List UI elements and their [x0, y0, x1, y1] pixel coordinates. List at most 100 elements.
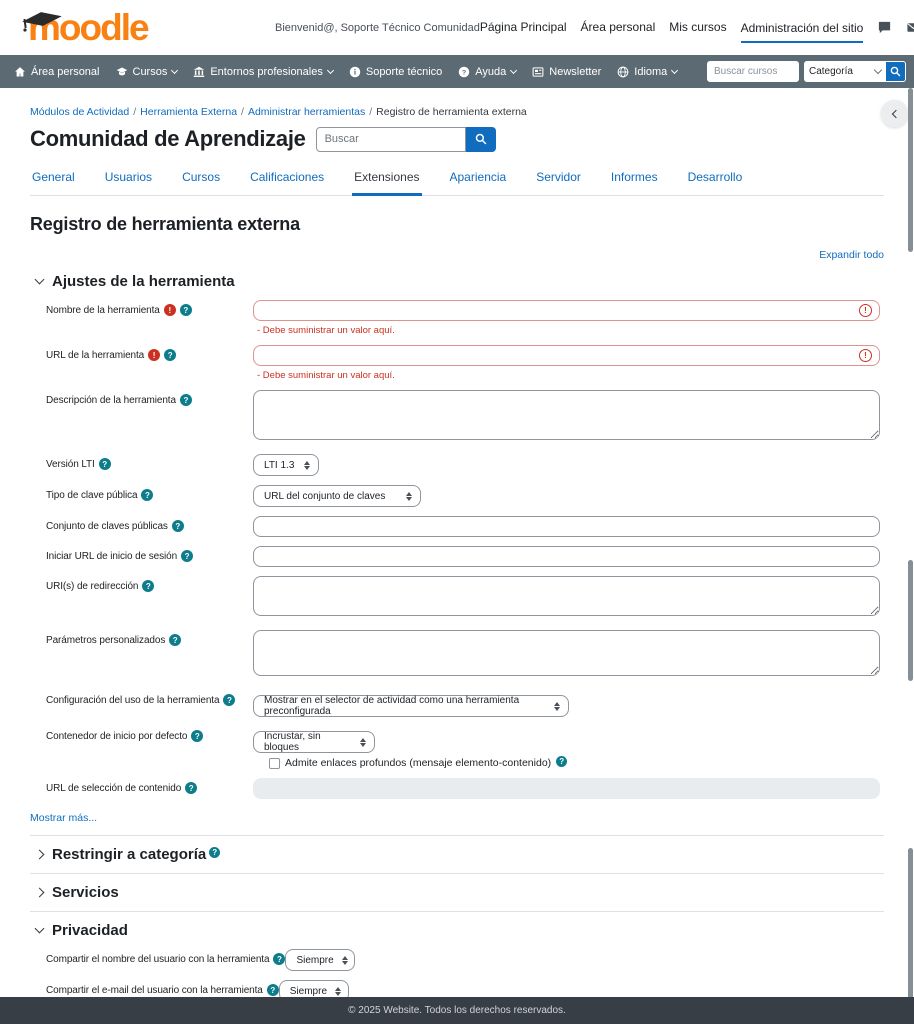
tab-extensiones[interactable]: Extensiones: [352, 164, 421, 196]
field-label: Descripción de la herramienta: [46, 395, 176, 406]
help-icon[interactable]: [141, 489, 153, 501]
admin-search-button[interactable]: [466, 127, 496, 152]
checkbox-label: Admite enlaces profundos (mensaje elemen…: [285, 757, 551, 769]
tab-apariencia[interactable]: Apariencia: [448, 164, 509, 195]
tab-desarrollo[interactable]: Desarrollo: [686, 164, 745, 195]
tab-general[interactable]: General: [30, 164, 77, 195]
section-restringir-categoria[interactable]: Restringir a categoría: [36, 846, 884, 863]
tool-usage-select[interactable]: Mostrar en el selector de actividad como…: [253, 695, 569, 717]
tool-url-input[interactable]: [253, 345, 880, 366]
nav-pagina-principal[interactable]: Página Principal: [480, 20, 567, 36]
chevron-down-icon: [327, 67, 334, 74]
tab-usuarios[interactable]: Usuarios: [103, 164, 154, 195]
help-icon[interactable]: [99, 458, 111, 470]
breadcrumb-herramienta-externa[interactable]: Herramienta Externa: [140, 106, 237, 118]
keyset-url-input[interactable]: [253, 516, 880, 537]
redirect-uris-textarea[interactable]: [253, 576, 880, 616]
description-textarea[interactable]: [253, 390, 880, 440]
copyright-text: © 2025 Website. Todos los derechos reser…: [348, 1005, 566, 1016]
breadcrumb-current: Registro de herramienta externa: [376, 106, 527, 118]
expand-all-link[interactable]: Expandir todo: [819, 249, 884, 261]
help-icon[interactable]: [209, 847, 220, 858]
divider: [30, 835, 884, 836]
help-icon[interactable]: [180, 394, 192, 406]
field-label: Nombre de la herramienta: [46, 305, 160, 316]
messages-icon[interactable]: [877, 20, 892, 35]
welcome-message: Bienvenid@, Soporte Técnico Comunidad: [275, 22, 480, 34]
course-search-button[interactable]: [886, 61, 906, 82]
form-row-default-container: Contenedor de inicio por defecto Incrust…: [46, 726, 884, 753]
form-heading: Registro de herramienta externa: [30, 214, 884, 235]
deep-linking-checkbox[interactable]: [269, 758, 280, 769]
help-icon[interactable]: [180, 304, 192, 316]
help-icon[interactable]: [223, 694, 235, 706]
section-privacidad[interactable]: Privacidad: [36, 922, 884, 939]
graduation-cap-icon: [20, 10, 64, 34]
help-icon[interactable]: [164, 349, 176, 361]
site-footer: © 2025 Website. Todos los derechos reser…: [0, 997, 914, 1024]
page-title: Comunidad de Aprendizaje: [30, 126, 306, 152]
share-name-select[interactable]: Siempre: [285, 949, 355, 971]
chevron-collapsed-icon: [35, 850, 45, 860]
scrollbar-thumb[interactable]: [908, 560, 913, 681]
chevron-down-icon: [874, 66, 882, 74]
tab-servidor[interactable]: Servidor: [534, 164, 583, 195]
navbar-soporte-tecnico[interactable]: Soporte técnico: [349, 66, 442, 78]
error-icon: [859, 349, 872, 362]
help-icon[interactable]: [169, 634, 181, 646]
main-content: Módulos de Actividad/Herramienta Externa…: [0, 88, 914, 1024]
category-select[interactable]: Categoría: [804, 61, 886, 82]
help-icon[interactable]: [556, 756, 567, 767]
breadcrumb: Módulos de Actividad/Herramienta Externa…: [30, 106, 884, 118]
navbar-idioma[interactable]: Idioma: [617, 66, 677, 78]
breadcrumb-modulos[interactable]: Módulos de Actividad: [30, 106, 129, 118]
section-servicios[interactable]: Servicios: [36, 884, 884, 901]
help-icon[interactable]: [142, 580, 154, 592]
admin-search-input[interactable]: [316, 127, 466, 152]
nav-mis-cursos[interactable]: Mis cursos: [669, 20, 726, 36]
help-icon[interactable]: [273, 953, 285, 965]
section-ajustes[interactable]: Ajustes de la herramienta: [36, 273, 884, 290]
navbar-area-personal[interactable]: Área personal: [14, 66, 100, 78]
select-arrows-icon: [304, 461, 310, 470]
help-icon[interactable]: [191, 730, 203, 742]
key-type-select[interactable]: URL del conjunto de claves: [253, 485, 421, 507]
tab-cursos[interactable]: Cursos: [180, 164, 222, 195]
default-container-select[interactable]: Incrustar, sin bloques: [253, 731, 375, 753]
help-icon[interactable]: [185, 782, 197, 794]
navbar-ayuda[interactable]: ? Ayuda: [458, 66, 516, 78]
primary-nav: Página Principal Área personal Mis curso…: [480, 20, 864, 36]
tool-name-input[interactable]: [253, 300, 880, 321]
help-icon[interactable]: [267, 984, 279, 996]
form-row-redirect-uris: URI(s) de redirección: [46, 576, 884, 621]
chevron-down-icon: [171, 67, 178, 74]
moodle-logo[interactable]: moodle: [28, 8, 213, 48]
form-row-lti-version: Versión LTI LTI 1.3: [46, 454, 884, 476]
tab-calificaciones[interactable]: Calificaciones: [248, 164, 326, 195]
nav-area-personal[interactable]: Área personal: [581, 20, 656, 36]
scrollbar-thumb[interactable]: [908, 88, 913, 252]
nav-administracion-del-sitio[interactable]: Administración del sitio: [741, 21, 864, 43]
field-label: Conjunto de claves públicas: [46, 521, 168, 532]
open-drawer-button[interactable]: [881, 100, 908, 127]
chevron-collapsed-icon: [35, 888, 45, 898]
navbar-cursos[interactable]: Cursos: [116, 66, 178, 78]
custom-params-textarea[interactable]: [253, 630, 880, 676]
login-url-input[interactable]: [253, 546, 880, 567]
navbar-entornos-profesionales[interactable]: Entornos profesionales: [193, 66, 333, 78]
admin-tabs: General Usuarios Cursos Calificaciones E…: [30, 164, 884, 196]
course-search-input[interactable]: [707, 61, 799, 82]
help-icon[interactable]: [172, 520, 184, 532]
tab-informes[interactable]: Informes: [609, 164, 660, 195]
help-icon[interactable]: [181, 550, 193, 562]
navbar-newsletter[interactable]: Newsletter: [532, 66, 601, 78]
chevron-expanded-icon: [35, 924, 45, 934]
breadcrumb-administrar[interactable]: Administrar herramientas: [248, 106, 365, 118]
lti-version-select[interactable]: LTI 1.3: [253, 454, 319, 476]
form-row-tool-url: URL de la herramienta - Debe suministrar…: [46, 345, 884, 381]
question-circle-icon: ?: [458, 66, 470, 78]
show-more-link[interactable]: Mostrar más...: [30, 812, 97, 824]
scrollbar-thumb[interactable]: [908, 848, 913, 1000]
notifications-envelope-icon[interactable]: [906, 20, 914, 35]
form-row-keyset-url: Conjunto de claves públicas: [46, 516, 884, 537]
